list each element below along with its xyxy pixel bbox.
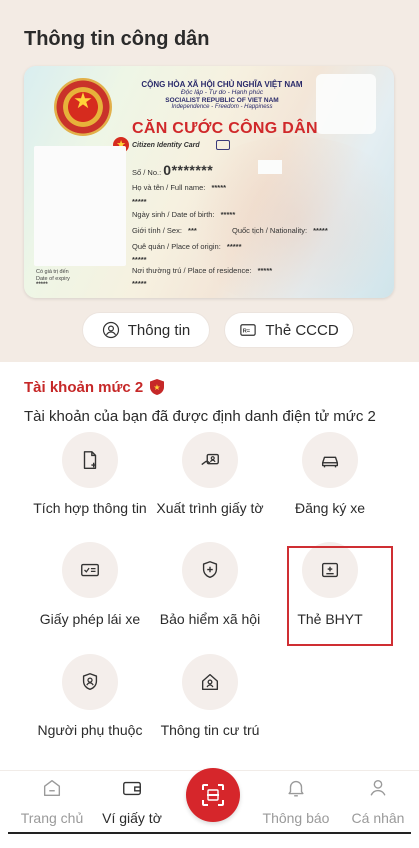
home-user-icon[interactable] (182, 654, 238, 710)
name-value: ***** (211, 183, 227, 192)
svg-text:★: ★ (154, 383, 161, 392)
chip-icon (216, 140, 230, 150)
car-icon[interactable] (302, 432, 358, 488)
wallet-icon (123, 781, 141, 796)
origin-field: Quê quán / Place of origin: ***** (132, 242, 242, 251)
nav-notifications-label: Thông báo (262, 810, 330, 826)
redacted-block (258, 160, 282, 174)
sex-field: Giới tính / Sex: *** (132, 226, 197, 235)
account-level-label: Tài khoản mức 2 (24, 378, 144, 396)
scan-qr-button[interactable] (186, 768, 240, 822)
scan-icon (202, 784, 224, 806)
highlight-box (287, 546, 393, 646)
nav-wallet[interactable]: Ví giấy tờ (90, 771, 174, 826)
nationality-label: Quốc tịch / Nationality: (232, 226, 308, 235)
cccd-card-button[interactable]: R= Thẻ CCCD (224, 312, 354, 348)
id-number-label: Số / No.: (132, 168, 162, 177)
card-present-icon[interactable] (182, 432, 238, 488)
tile-present-documents[interactable]: Xuất trình giấy tờ (140, 500, 280, 516)
home-icon (43, 779, 61, 797)
tile-residence-info[interactable]: Thông tin cư trú (140, 722, 280, 738)
dependent-icon[interactable] (62, 654, 118, 710)
origin-value-line-2: ***** (132, 255, 147, 264)
sex-value: *** (188, 226, 197, 235)
id-card[interactable]: ★ CỘNG HÒA XÃ HỘI CHỦ NGHĨA VIỆT NAM Độc… (24, 66, 394, 298)
nav-profile-label: Cá nhân (351, 810, 405, 826)
shield-plus-icon[interactable] (182, 542, 238, 598)
header-line-1: CỘNG HÒA XÃ HỘI CHỦ NGHĨA VIỆT NAM (141, 80, 303, 89)
tile-driving-license[interactable]: Giấy phép lái xe (20, 611, 160, 627)
nationality-value: ***** (313, 226, 328, 235)
bell-icon (288, 780, 304, 797)
id-card-icon: R= (240, 324, 257, 336)
expiry-value: ***** (36, 282, 48, 289)
nav-wallet-label: Ví giấy tờ (102, 810, 162, 826)
user-icon (370, 779, 386, 796)
account-level-title: Tài khoản mức 2 ★ (24, 378, 165, 396)
dob-value: ***** (220, 210, 236, 219)
origin-value-2: ***** (132, 255, 147, 264)
license-icon[interactable] (62, 542, 118, 598)
header-line-2: Độc lập - Tự do - Hạnh phúc (180, 89, 264, 97)
tile-integrate-info[interactable]: Tích hợp thông tin (20, 500, 160, 516)
redacted-block (316, 74, 376, 134)
residence-label: Nơi thường trú / Place of residence: (132, 266, 252, 275)
sex-label: Giới tính / Sex: (132, 226, 182, 235)
home-indicator (8, 832, 411, 834)
nav-home-label: Trang chủ (20, 810, 84, 826)
id-number-field: Số / No.: 0******* (132, 162, 213, 178)
redacted-photo (34, 146, 126, 266)
header-line-4: Independence - Freedom - Happiness (171, 104, 273, 111)
national-emblem-icon: ★ (54, 78, 112, 136)
residence-field: Nơi thường trú / Place of residence: ***… (132, 266, 272, 275)
nav-profile[interactable]: Cá nhân (336, 771, 419, 826)
cccd-button-label: Thẻ CCCD (265, 321, 339, 339)
level-shield-icon: ★ (150, 379, 165, 395)
expiry-label: Có giá trị đến (36, 269, 69, 275)
residence-value: ***** (257, 266, 273, 275)
card-subtitle: Citizen Identity Card (132, 142, 200, 149)
info-button-label: Thông tin (127, 321, 191, 339)
name-value-line-2: ***** (132, 197, 147, 206)
expiry-field: Có giá trị đến Date of expiry ***** (36, 269, 70, 289)
residence-value-2: ***** (132, 279, 147, 288)
header-line-3: SOCIALIST REPUBLIC OF VIET NAM (165, 96, 279, 104)
origin-label: Quê quán / Place of origin: (132, 242, 221, 251)
origin-value: ***** (226, 242, 242, 251)
tile-dependents[interactable]: Người phụ thuộc (20, 722, 160, 738)
nationality-field: Quốc tịch / Nationality: ***** (232, 226, 328, 235)
tile-social-insurance[interactable]: Bảo hiểm xã hội (140, 611, 280, 627)
expiry-label-en: Date of expiry (36, 275, 70, 282)
card-title: CĂN CƯỚC CÔNG DÂN (132, 120, 318, 137)
svg-text:R=: R= (243, 329, 251, 335)
card-header: CỘNG HÒA XÃ HỘI CHỦ NGHĨA VIỆT NAM Độc l… (132, 80, 312, 111)
name-field: Họ và tên / Full name: ***** (132, 183, 226, 192)
dob-field: Ngày sinh / Date of birth: ***** (132, 210, 235, 219)
dob-label: Ngày sinh / Date of birth: (132, 210, 215, 219)
account-level-description: Tài khoản của bạn đã được định danh điện… (24, 408, 376, 425)
name-label: Họ và tên / Full name: (132, 183, 206, 192)
document-add-icon[interactable] (62, 432, 118, 488)
nav-notifications[interactable]: Thông báo (254, 771, 338, 826)
name-value-2: ***** (132, 197, 147, 206)
info-button[interactable]: Thông tin (82, 312, 210, 348)
nav-home[interactable]: Trang chủ (10, 771, 94, 826)
tile-vehicle-registration[interactable]: Đăng ký xe (260, 500, 400, 516)
id-number-value: 0******* (163, 162, 214, 178)
residence-value-line-2: ***** (132, 279, 147, 288)
user-circle-icon (102, 321, 119, 339)
page-title: Thông tin công dân (24, 28, 210, 50)
